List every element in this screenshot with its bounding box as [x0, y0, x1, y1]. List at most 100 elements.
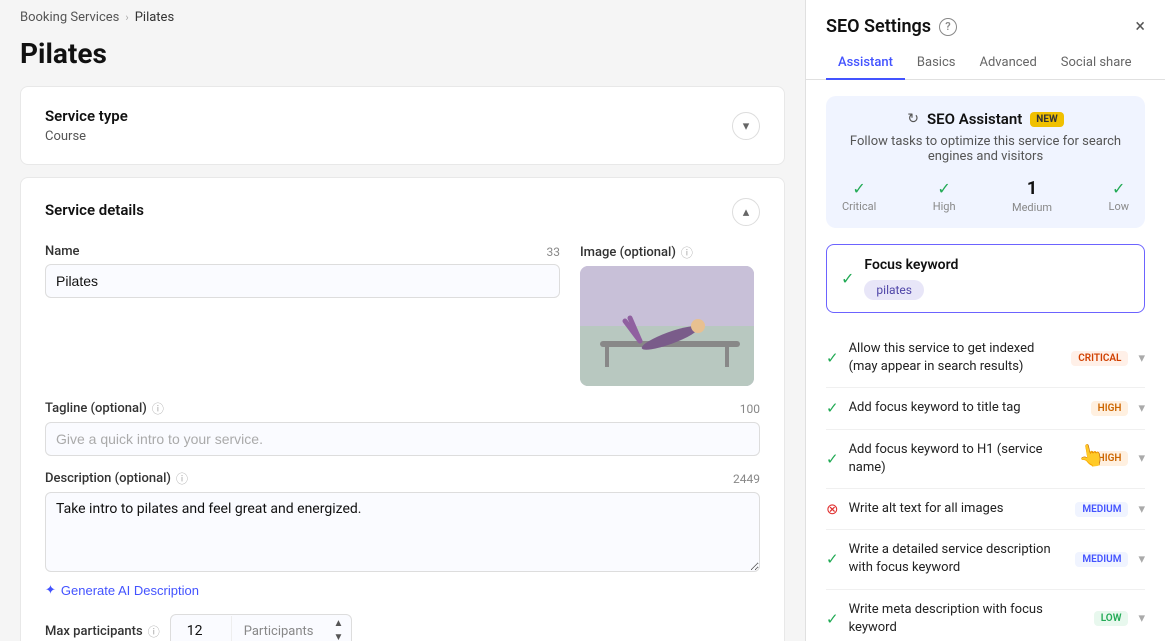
critical-label: Critical: [842, 200, 876, 213]
tagline-label: Tagline (optional) ⓘ: [45, 400, 164, 417]
high-check-icon: ✓: [937, 179, 950, 198]
scores-row: ✓ Critical ✓ High 1 Medium ✓ Low: [842, 178, 1129, 214]
name-section: Name 33: [45, 244, 560, 298]
breadcrumb-current: Pilates: [135, 10, 174, 25]
participants-increment-button[interactable]: ▲: [334, 617, 344, 631]
task-item-title-tag: ✓ Add focus keyword to title tag HIGH ▾: [826, 388, 1145, 429]
task-badge-low: LOW: [1094, 611, 1129, 626]
assistant-box-header: ↻ SEO Assistant NEW: [842, 110, 1129, 128]
name-counter: 33: [547, 245, 561, 259]
seo-body: ↻ SEO Assistant NEW Follow tasks to opti…: [806, 80, 1165, 641]
service-type-title: Service type: [45, 107, 128, 125]
critical-check-icon: ✓: [852, 179, 865, 198]
new-badge: NEW: [1030, 112, 1063, 127]
generate-ai-button[interactable]: ✦ Generate AI Description: [45, 582, 199, 598]
task-badge-high: HIGH: [1091, 401, 1129, 416]
service-details-form: Name 33 Image (optional) ⓘ: [45, 244, 760, 641]
service-type-card: Service type Course ▾: [20, 86, 785, 165]
task-expand-icon[interactable]: ▾: [1138, 351, 1145, 366]
participants-label: Max participants ⓘ: [45, 623, 160, 640]
left-panel: Booking Services › Pilates Pilates Servi…: [0, 0, 805, 641]
score-low: ✓ Low: [1109, 179, 1129, 213]
image-section: Image (optional) ⓘ: [580, 244, 760, 386]
name-image-row: Name 33 Image (optional) ⓘ: [45, 244, 760, 386]
assistant-box: ↻ SEO Assistant NEW Follow tasks to opti…: [826, 96, 1145, 228]
name-label: Name: [45, 244, 80, 259]
assistant-title: SEO Assistant: [927, 110, 1022, 128]
page-title: Pilates: [0, 33, 805, 86]
score-high: ✓ High: [933, 179, 956, 213]
task-expand-icon[interactable]: ▾: [1138, 611, 1145, 626]
task-text: Write meta description with focus keywor…: [849, 601, 1084, 637]
assistant-desc: Follow tasks to optimize this service fo…: [842, 134, 1129, 164]
service-type-info: Service type Course: [45, 107, 128, 144]
task-item-meta-desc: ✓ Write meta description with focus keyw…: [826, 590, 1145, 641]
focus-keyword-card[interactable]: ✓ Focus keyword pilates: [826, 244, 1145, 313]
task-text: Add focus keyword to H1 (service name): [849, 441, 1081, 477]
task-badge-high: HIGH: [1091, 451, 1129, 466]
breadcrumb-parent[interactable]: Booking Services: [20, 10, 119, 25]
tab-assistant[interactable]: Assistant: [826, 47, 905, 80]
medium-number: 1: [1027, 178, 1037, 199]
breadcrumb: Booking Services › Pilates: [0, 0, 805, 33]
task-text: Write alt text for all images: [849, 500, 1066, 518]
tab-basics[interactable]: Basics: [905, 47, 968, 80]
service-details-collapse-button[interactable]: ▴: [732, 198, 760, 226]
seo-title-text: SEO Settings: [826, 16, 931, 37]
tagline-label-row: Tagline (optional) ⓘ 100: [45, 400, 760, 417]
seo-title-row: SEO Settings ?: [826, 16, 957, 37]
task-check-icon: ✓: [826, 399, 839, 417]
tab-advanced[interactable]: Advanced: [967, 47, 1048, 80]
seo-help-icon[interactable]: ?: [939, 18, 957, 36]
task-item-h1: ✓ Add focus keyword to H1 (service name)…: [826, 430, 1145, 489]
description-info-icon[interactable]: ⓘ: [176, 470, 188, 487]
seo-header: SEO Settings ? ×: [806, 0, 1165, 37]
task-text: Write a detailed service description wit…: [849, 541, 1066, 577]
task-item-description: ✓ Write a detailed service description w…: [826, 530, 1145, 589]
task-error-icon: ⊗: [826, 500, 839, 518]
service-type-header: Service type Course ▾: [45, 107, 760, 144]
tagline-input[interactable]: [45, 422, 760, 456]
breadcrumb-chevron: ›: [125, 11, 128, 24]
participants-stepper: ▲ ▼: [326, 617, 352, 641]
task-expand-icon[interactable]: ▾: [1138, 552, 1145, 567]
name-input[interactable]: [45, 264, 560, 298]
refresh-icon: ↻: [907, 111, 919, 127]
high-label: High: [933, 200, 956, 213]
sparkle-icon: ✦: [45, 582, 56, 598]
task-text: Add focus keyword to title tag: [849, 399, 1081, 417]
task-badge-critical: CRITICAL: [1071, 351, 1128, 366]
participants-unit: Participants: [231, 616, 326, 641]
task-item-indexed: ✓ Allow this service to get indexed (may…: [826, 329, 1145, 388]
task-expand-icon[interactable]: ▾: [1138, 401, 1145, 416]
seo-tabs: Assistant Basics Advanced Social share: [806, 37, 1165, 80]
task-item-alt-text: ⊗ Write alt text for all images MEDIUM ▾…: [826, 489, 1145, 530]
focus-kw-title: Focus keyword: [864, 257, 1130, 273]
image-info-icon[interactable]: ⓘ: [681, 244, 693, 261]
task-expand-icon[interactable]: ▾: [1138, 451, 1145, 466]
description-counter: 2449: [733, 472, 760, 486]
seo-panel: SEO Settings ? × Assistant Basics Advanc…: [805, 0, 1165, 641]
low-label: Low: [1109, 200, 1129, 213]
participants-info-icon[interactable]: ⓘ: [148, 623, 160, 640]
description-textarea[interactable]: Take intro to pilates and feel great and…: [45, 492, 760, 572]
task-badge-medium: MEDIUM: [1075, 552, 1128, 567]
participants-decrement-button[interactable]: ▼: [334, 631, 344, 641]
task-list: ✓ Allow this service to get indexed (may…: [826, 329, 1145, 641]
service-type-collapse-button[interactable]: ▾: [732, 112, 760, 140]
service-image: [580, 266, 754, 386]
participants-row: Max participants ⓘ 12 Participants ▲ ▼: [45, 614, 760, 641]
medium-label: Medium: [1012, 201, 1052, 214]
seo-close-button[interactable]: ×: [1135, 18, 1145, 36]
low-check-icon: ✓: [1112, 179, 1125, 198]
task-expand-icon[interactable]: ▾: [1138, 502, 1145, 517]
image-label: Image (optional) ⓘ: [580, 244, 760, 261]
description-label-row: Description (optional) ⓘ 2449: [45, 470, 760, 487]
name-label-row: Name 33: [45, 244, 560, 259]
participants-input-wrap: 12 Participants ▲ ▼: [170, 614, 353, 641]
tagline-info-icon[interactable]: ⓘ: [152, 400, 164, 417]
tagline-section: Tagline (optional) ⓘ 100: [45, 400, 760, 456]
task-badge-medium: MEDIUM: [1075, 502, 1128, 517]
description-label: Description (optional) ⓘ: [45, 470, 188, 487]
tab-social-share[interactable]: Social share: [1049, 47, 1144, 80]
